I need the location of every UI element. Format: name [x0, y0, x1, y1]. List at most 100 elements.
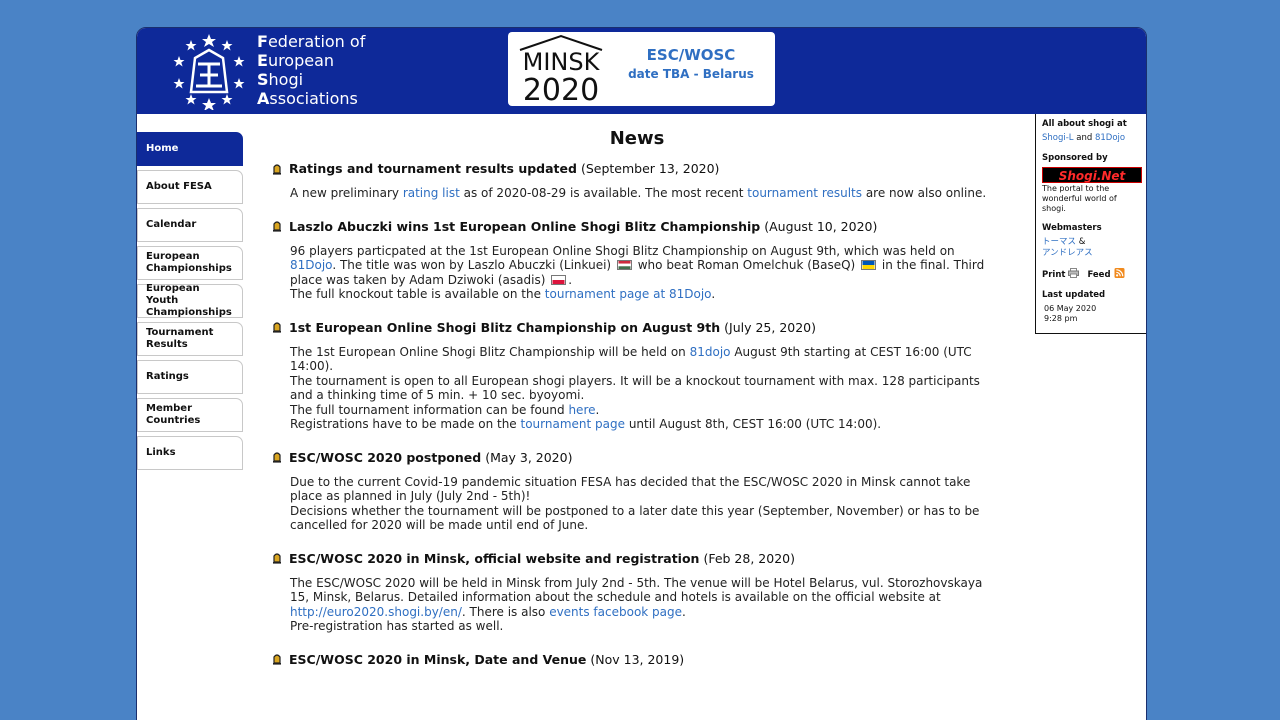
webmaster-thomas-link[interactable]: トーマス — [1042, 237, 1076, 247]
org-name: Federation of European Shogi Association… — [257, 32, 365, 108]
shogi-l-link[interactable]: Shogi-L — [1042, 133, 1074, 143]
event-banner[interactable]: MINSK 2020 ESC/WOSC date TBA - Belarus — [508, 32, 775, 106]
news-paragraph: Registrations have to be made on the tou… — [290, 417, 1002, 432]
news-text: until August 8th, CEST 16:00 (UTC 14:00)… — [625, 417, 882, 431]
org-rest: uropean — [267, 51, 335, 70]
news-text: The ESC/WOSC 2020 will be held in Minsk … — [290, 575, 983, 605]
news-text: 96 players particpated at the 1st Europe… — [290, 243, 955, 258]
updated-date: 06 May 2020 — [1044, 304, 1097, 313]
news-date: (Feb 28, 2020) — [703, 550, 795, 566]
news-heading: ESC/WOSC 2020 in Minsk, Date and Venue (… — [272, 652, 1002, 667]
news-heading: Laszlo Abuczki wins 1st European Online … — [272, 219, 1002, 234]
minsk-2020-logo: MINSK 2020 — [519, 34, 603, 104]
news-date: (September 13, 2020) — [580, 161, 720, 176]
news-text: . — [711, 287, 716, 301]
news-title: Ratings and tournament results updated — [289, 161, 577, 176]
81dojo-link[interactable]: 81Dojo — [290, 258, 332, 272]
news-text: The full tournament information can be f… — [290, 402, 569, 417]
news-paragraph: The 1st European Online Shogi Blitz Cham… — [290, 345, 1002, 374]
news-text: are now also online. — [862, 186, 987, 200]
event-logo-bottom: 2020 — [523, 73, 599, 104]
org-initial: S — [257, 70, 269, 89]
bell-icon — [273, 452, 281, 463]
org-line: Shogi — [257, 70, 365, 89]
tournament-page-link[interactable]: tournament page — [521, 417, 626, 431]
news-item: ESC/WOSC 2020 postponed (May 3, 2020) Du… — [272, 450, 1002, 533]
webmaster-separator: & — [1076, 237, 1086, 247]
right-sidebar: All about shogi at Shogi-L and 81Dojo Sp… — [1035, 114, 1146, 334]
here-link[interactable]: here — [568, 403, 595, 417]
facebook-page-link[interactable]: events facebook page — [549, 605, 682, 619]
sponsor-block: Sponsored by Shogi.Net The portal to the… — [1042, 153, 1142, 214]
nav-item-links[interactable]: Links — [137, 436, 243, 470]
news-item: ESC/WOSC 2020 in Minsk, official website… — [272, 551, 1002, 634]
news-body: A new preliminary rating list as of 2020… — [290, 186, 1002, 201]
print-button[interactable]: Print — [1042, 268, 1080, 281]
news-paragraph: Due to the current Covid-19 pandemic sit… — [290, 474, 971, 504]
81dojo-sidebar-link[interactable]: 81Dojo — [1095, 133, 1125, 143]
news-text: Registrations have to be made on the — [290, 417, 521, 431]
rating-list-link[interactable]: rating list — [403, 186, 460, 200]
webmasters-block: Webmasters トーマス & アンドレアス — [1042, 223, 1141, 259]
webmasters-heading: Webmasters — [1042, 223, 1102, 233]
news-content: News Ratings and tournament results upda… — [272, 114, 1002, 685]
news-body: 96 players particpated at the 1st Europe… — [290, 244, 1002, 302]
news-body: The ESC/WOSC 2020 will be held in Minsk … — [290, 576, 1002, 634]
nav-item-tournament-results[interactable]: Tournament Results — [137, 322, 243, 356]
news-text: . — [568, 272, 573, 287]
page-frame: Federation of European Shogi Association… — [136, 27, 1147, 720]
news-paragraph: A new preliminary rating list as of 2020… — [290, 186, 1002, 201]
webmaster-line: トーマス & — [1042, 237, 1141, 248]
news-date: (Nov 13, 2019) — [590, 651, 685, 667]
tournament-results-link[interactable]: tournament results — [747, 186, 862, 200]
org-initial: A — [257, 89, 270, 108]
site-header: Federation of European Shogi Association… — [137, 28, 1146, 114]
updated-heading: Last updated — [1042, 290, 1106, 300]
official-website-link[interactable]: http://euro2020.shogi.by/en/ — [290, 605, 462, 619]
about-heading: All about shogi at — [1042, 119, 1127, 129]
81dojo-link[interactable]: 81dojo — [690, 345, 731, 359]
news-date: (August 10, 2020) — [764, 218, 878, 234]
updated-time: 9:28 pm — [1044, 314, 1078, 323]
news-title: 1st European Online Shogi Blitz Champion… — [289, 319, 721, 335]
nav-item-calendar[interactable]: Calendar — [137, 208, 243, 242]
print-label: Print — [1042, 270, 1066, 280]
org-initial: F — [257, 32, 268, 51]
bell-icon — [273, 553, 281, 564]
org-initial: E — [257, 51, 268, 70]
nav-item-member-countries[interactable]: Member Countries — [137, 398, 243, 432]
shogi-net-logo[interactable]: Shogi.Net — [1042, 167, 1142, 183]
nav-item-ratings[interactable]: Ratings — [137, 360, 243, 394]
news-heading: ESC/WOSC 2020 postponed (May 3, 2020) — [272, 450, 1002, 465]
event-subtitle: date TBA - Belarus — [628, 67, 754, 81]
nav-item-european-youth-championships[interactable]: European Youth Championships — [137, 283, 243, 318]
fesa-logo[interactable] — [167, 32, 251, 110]
news-title: ESC/WOSC 2020 postponed — [289, 449, 482, 465]
page-title: News — [609, 128, 665, 149]
tools-block: Print Feed — [1042, 268, 1141, 281]
news-date: (May 3, 2020) — [485, 449, 573, 465]
feed-button[interactable]: Feed — [1087, 268, 1125, 281]
nav-item-home[interactable]: Home — [137, 132, 243, 166]
org-line: Federation of — [257, 32, 365, 51]
main-nav: Home About FESA Calendar European Champi… — [137, 132, 247, 474]
news-title: ESC/WOSC 2020 in Minsk, official website… — [289, 550, 700, 566]
org-line: European — [257, 51, 365, 70]
news-heading: ESC/WOSC 2020 in Minsk, official website… — [272, 551, 1002, 566]
news-date: (July 25, 2020) — [724, 319, 817, 335]
news-paragraph: The full knockout table is available on … — [290, 287, 1002, 302]
ukraine-flag-icon — [861, 260, 877, 270]
news-text: as of 2020-08-29 is available. The most … — [459, 186, 748, 200]
webmaster-andreas-link[interactable]: アンドレアス — [1042, 248, 1093, 258]
news-title: Laszlo Abuczki wins 1st European Online … — [289, 218, 761, 234]
news-text: . There is also — [461, 604, 550, 619]
nav-item-about-fesa[interactable]: About FESA — [137, 170, 243, 204]
news-paragraph: The full tournament information can be f… — [290, 403, 1002, 418]
bell-icon — [273, 163, 281, 175]
nav-item-european-championships[interactable]: European Championships — [137, 246, 243, 280]
news-text: who beat Roman Omelchuk (BaseQ) — [633, 258, 860, 272]
org-rest: ssociations — [269, 89, 358, 108]
about-block: All about shogi at Shogi-L and 81Dojo — [1042, 119, 1141, 144]
tournament-page-81dojo-link[interactable]: tournament page at 81Dojo — [545, 287, 712, 301]
sponsor-heading: Sponsored by — [1042, 153, 1108, 163]
